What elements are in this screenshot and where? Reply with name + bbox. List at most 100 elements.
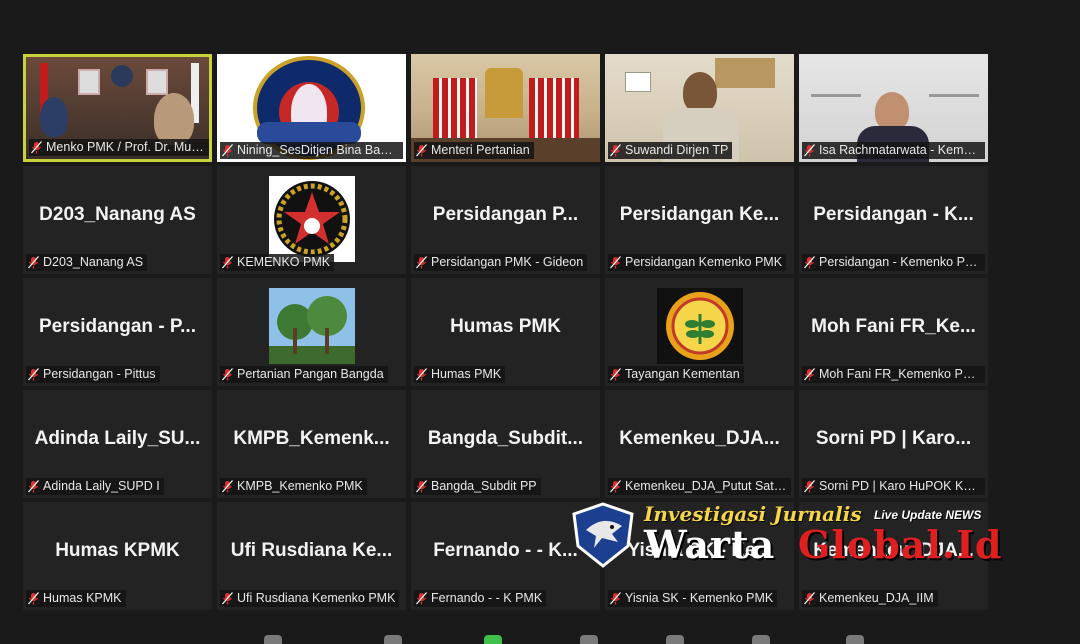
muted-mic-icon [610, 144, 621, 157]
participant-tile[interactable]: Persidangan P... Persidangan PMK - Gideon [411, 166, 600, 274]
participant-tile[interactable]: Adinda Laily_SU... Adinda Laily_SUPD I [23, 390, 212, 498]
participant-name-label: Persidangan Kemenko PMK [608, 254, 787, 271]
participant-display-name: Adinda Laily_SU... [34, 428, 201, 449]
participant-name-text: Persidangan - Kemenko PMK [819, 255, 981, 269]
participant-display-name: Moh Fani FR_Ke... [811, 316, 976, 337]
participant-name-label: Fernando - - K PMK [414, 590, 547, 607]
participant-name-label: Yisnia SK - Kemenko PMK [608, 590, 778, 607]
participants-icon[interactable] [264, 635, 282, 644]
muted-mic-icon [804, 480, 815, 493]
participant-name-text: Fernando - - K PMK [431, 591, 543, 605]
muted-mic-icon [28, 256, 39, 269]
participant-name-text: Kemenkeu_DJA_IIM [819, 591, 934, 605]
chat-icon[interactable] [384, 635, 402, 644]
participant-tile[interactable]: Tayangan Kementan [605, 278, 794, 386]
muted-mic-icon [610, 592, 621, 605]
muted-mic-icon [416, 480, 427, 493]
watermark-global: Global.Id [798, 522, 1003, 567]
participant-name-text: Bangda_Subdit PP [431, 479, 537, 493]
participant-display-name: Persidangan - P... [39, 316, 196, 337]
participant-name-label: Suwandi Dirjen TP [608, 142, 733, 159]
tree-photo-icon [268, 288, 355, 364]
more-icon[interactable] [846, 635, 864, 644]
participant-tile[interactable]: Nining_SesDitjen Bina Bangda [217, 54, 406, 162]
participant-tile[interactable]: KMPB_Kemenk... KMPB_Kemenko PMK [217, 390, 406, 498]
participant-tile[interactable]: Persidangan Ke... Persidangan Kemenko PMK [605, 166, 794, 274]
participant-name-label: Isa Rachmatarwata - Kemenkeu [802, 142, 985, 159]
muted-mic-icon [804, 592, 815, 605]
participant-display-name: Bangda_Subdit... [427, 428, 584, 449]
muted-mic-icon [222, 592, 233, 605]
muted-mic-icon [610, 368, 621, 381]
record-icon[interactable] [580, 635, 598, 644]
participant-display-name: D203_Nanang AS [39, 204, 196, 225]
muted-mic-icon [31, 141, 42, 154]
participant-tile[interactable]: Sorni PD | Karo... Sorni PD | Karo HuPOK … [799, 390, 988, 498]
participant-name-text: Persidangan Kemenko PMK [625, 255, 783, 269]
participant-tile[interactable]: KEMENKO PMK [217, 166, 406, 274]
participant-tile[interactable]: Suwandi Dirjen TP [605, 54, 794, 162]
muted-mic-icon [28, 592, 39, 605]
participant-name-label: D203_Nanang AS [26, 254, 148, 271]
kemenko-logo-icon [268, 176, 355, 262]
meeting-toolbar [0, 628, 1080, 644]
muted-mic-icon [222, 256, 233, 269]
participant-name-text: D203_Nanang AS [43, 255, 144, 269]
participant-tile[interactable]: Ufi Rusdiana Ke... Ufi Rusdiana Kemenko P… [217, 502, 406, 610]
participant-display-name: Kemenkeu_DJA... [619, 428, 780, 449]
participant-tile[interactable]: Isa Rachmatarwata - Kemenkeu [799, 54, 988, 162]
participant-name-label: Sorni PD | Karo HuPOK Kemenko PMK [802, 478, 985, 495]
participant-tile[interactable]: Persidangan - K... Persidangan - Kemenko … [799, 166, 988, 274]
participant-display-name: Ufi Rusdiana Ke... [230, 540, 393, 561]
participant-tile[interactable]: Pertanian Pangan Bangda [217, 278, 406, 386]
participant-name-text: Yisnia SK - Kemenko PMK [625, 591, 774, 605]
participant-tile[interactable]: Kemenkeu_DJA... Kemenkeu_DJA_Putut Satyak… [605, 390, 794, 498]
muted-mic-icon [804, 368, 815, 381]
participant-name-text: Moh Fani FR_Kemenko PMK [819, 367, 981, 381]
participant-tile[interactable]: Menko PMK / Prof. Dr. Muhadjir Effendy [23, 54, 212, 162]
share-screen-icon[interactable] [484, 635, 502, 644]
participant-name-text: KMPB_Kemenko PMK [237, 479, 363, 493]
participant-display-name: Persidangan Ke... [619, 204, 780, 225]
participant-name-text: KEMENKO PMK [237, 255, 331, 269]
participant-tile[interactable]: Bangda_Subdit... Bangda_Subdit PP [411, 390, 600, 498]
participant-name-text: Isa Rachmatarwata - Kemenkeu [819, 143, 981, 157]
participant-name-text: Sorni PD | Karo HuPOK Kemenko PMK [819, 479, 981, 493]
apps-icon[interactable] [752, 635, 770, 644]
muted-mic-icon [416, 256, 427, 269]
participant-name-text: Humas KPMK [43, 591, 122, 605]
participant-tile[interactable]: Humas PMK Humas PMK [411, 278, 600, 386]
muted-mic-icon [28, 368, 39, 381]
participant-name-text: Adinda Laily_SUPD I [43, 479, 160, 493]
participant-name-label: Persidangan - Kemenko PMK [802, 254, 985, 271]
participant-name-label: Adinda Laily_SUPD I [26, 478, 164, 495]
watermark-warta: Warta [644, 522, 776, 567]
participant-tile[interactable]: Persidangan - P... Persidangan - Pittus [23, 278, 212, 386]
participant-name-label: Humas PMK [414, 366, 506, 383]
participant-name-text: Menteri Pertanian [431, 143, 530, 157]
participant-tile[interactable]: Menteri Pertanian [411, 54, 600, 162]
participant-display-name: Humas KPMK [55, 540, 180, 561]
participant-name-label: Pertanian Pangan Bangda [220, 366, 388, 383]
participant-name-text: Suwandi Dirjen TP [625, 143, 729, 157]
participant-tile[interactable]: Moh Fani FR_Ke... Moh Fani FR_Kemenko PMK [799, 278, 988, 386]
participant-tile[interactable]: D203_Nanang AS D203_Nanang AS [23, 166, 212, 274]
participant-name-label: Humas KPMK [26, 590, 126, 607]
participant-display-name: Humas PMK [450, 316, 561, 337]
participant-name-text: Pertanian Pangan Bangda [237, 367, 384, 381]
muted-mic-icon [416, 368, 427, 381]
participant-display-name: Sorni PD | Karo... [815, 428, 972, 449]
muted-mic-icon [416, 144, 427, 157]
participant-name-label: Kemenkeu_DJA_IIM [802, 590, 938, 607]
participant-name-label: Kemenkeu_DJA_Putut Satyaka [608, 478, 791, 495]
participant-tile[interactable]: Humas KPMK Humas KPMK [23, 502, 212, 610]
participant-name-label: KMPB_Kemenko PMK [220, 478, 367, 495]
muted-mic-icon [610, 256, 621, 269]
participant-name-text: Nining_SesDitjen Bina Bangda [237, 143, 399, 157]
reactions-icon[interactable] [666, 635, 684, 644]
participant-name-text: Tayangan Kementan [625, 367, 740, 381]
muted-mic-icon [804, 144, 815, 157]
muted-mic-icon [416, 592, 427, 605]
participant-name-label: Tayangan Kementan [608, 366, 744, 383]
participant-name-text: Persidangan PMK - Gideon [431, 255, 584, 269]
